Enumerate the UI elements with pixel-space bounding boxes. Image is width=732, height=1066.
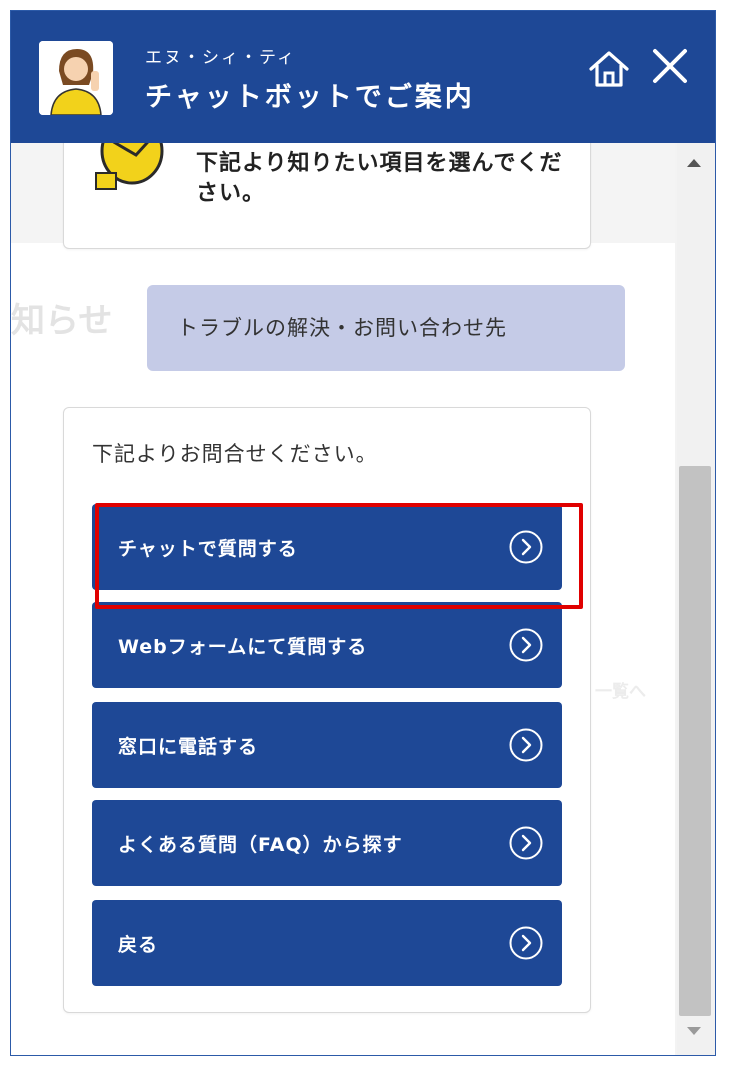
chevron-right-circle-icon: [509, 530, 543, 564]
scrollbar-thumb[interactable]: [679, 466, 711, 1016]
bot-message-options: 下記よりお問合せください。 チャットで質問する Webフォームにて質問する 窓口…: [63, 407, 591, 1013]
chatbot-window: 知らせ 一覧へ 下記より知りたい項目を選んでください。 トラブルの解決・お問い合…: [10, 10, 716, 1056]
header-subtitle: エヌ・シィ・ティ: [145, 48, 296, 68]
chevron-right-circle-icon: [509, 926, 543, 960]
chat-header: エヌ・シィ・ティ チャットボットでご案内: [11, 11, 715, 143]
option-back-button[interactable]: 戻る: [92, 900, 562, 986]
option-faq-button[interactable]: よくある質問（FAQ）から探す: [92, 800, 562, 886]
chevron-right-circle-icon: [509, 628, 543, 662]
scroll-up-arrow[interactable]: [687, 159, 701, 167]
avatar: [39, 41, 113, 115]
options-prompt: 下記よりお問合せください。: [92, 442, 378, 466]
option-web-form-button[interactable]: Webフォームにて質問する: [92, 602, 562, 688]
close-button[interactable]: [645, 41, 695, 91]
option-label: よくある質問（FAQ）から探す: [118, 833, 403, 856]
home-icon: [589, 51, 629, 87]
operator-avatar-icon: [39, 41, 113, 115]
background-list-link: 一覧へ: [595, 682, 646, 702]
option-label: 戻る: [118, 933, 159, 956]
user-message-bubble: トラブルの解決・お問い合わせ先: [147, 285, 625, 371]
option-chat-question-button[interactable]: チャットで質問する: [92, 504, 562, 590]
option-phone-button[interactable]: 窓口に電話する: [92, 702, 562, 788]
header-title: チャットボットでご案内: [145, 82, 475, 113]
scroll-down-arrow[interactable]: [687, 1027, 701, 1035]
background-news-heading: 知らせ: [11, 301, 113, 341]
close-icon: [653, 49, 687, 83]
chevron-right-circle-icon: [509, 728, 543, 762]
intro-message-text: 下記より知りたい項目を選んでください。: [196, 151, 563, 206]
home-button[interactable]: [585, 45, 633, 93]
option-label: Webフォームにて質問する: [118, 635, 368, 658]
chevron-right-circle-icon: [509, 826, 543, 860]
option-label: 窓口に電話する: [118, 735, 259, 758]
option-label: チャットで質問する: [118, 537, 298, 560]
